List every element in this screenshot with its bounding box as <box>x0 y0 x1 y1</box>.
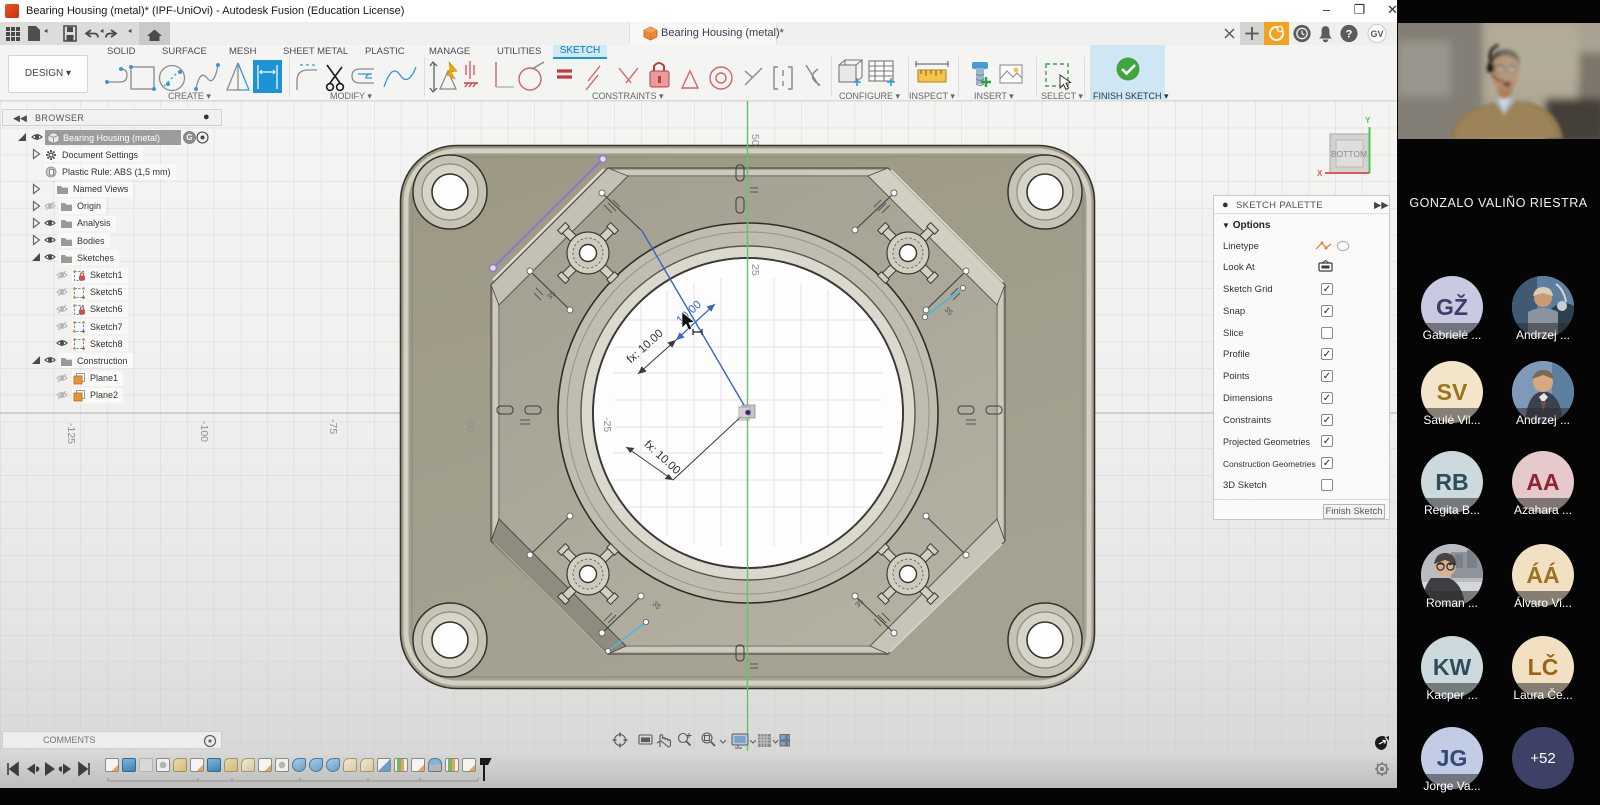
svg-text:BOTTOM: BOTTOM <box>1331 149 1367 159</box>
svg-text:X: X <box>1317 169 1323 178</box>
svg-text:-125: -125 <box>65 423 77 444</box>
svg-text:-100: -100 <box>198 421 210 442</box>
svg-text:25: 25 <box>749 264 761 276</box>
svg-text:GV: GV <box>1370 29 1383 39</box>
svg-text:-25: -25 <box>601 417 613 432</box>
svg-text:?: ? <box>1346 29 1353 41</box>
svg-text:50: 50 <box>749 134 761 146</box>
svg-text:-50: -50 <box>464 417 476 432</box>
svg-text:Y: Y <box>1365 116 1371 125</box>
svg-text:-75: -75 <box>327 419 339 434</box>
